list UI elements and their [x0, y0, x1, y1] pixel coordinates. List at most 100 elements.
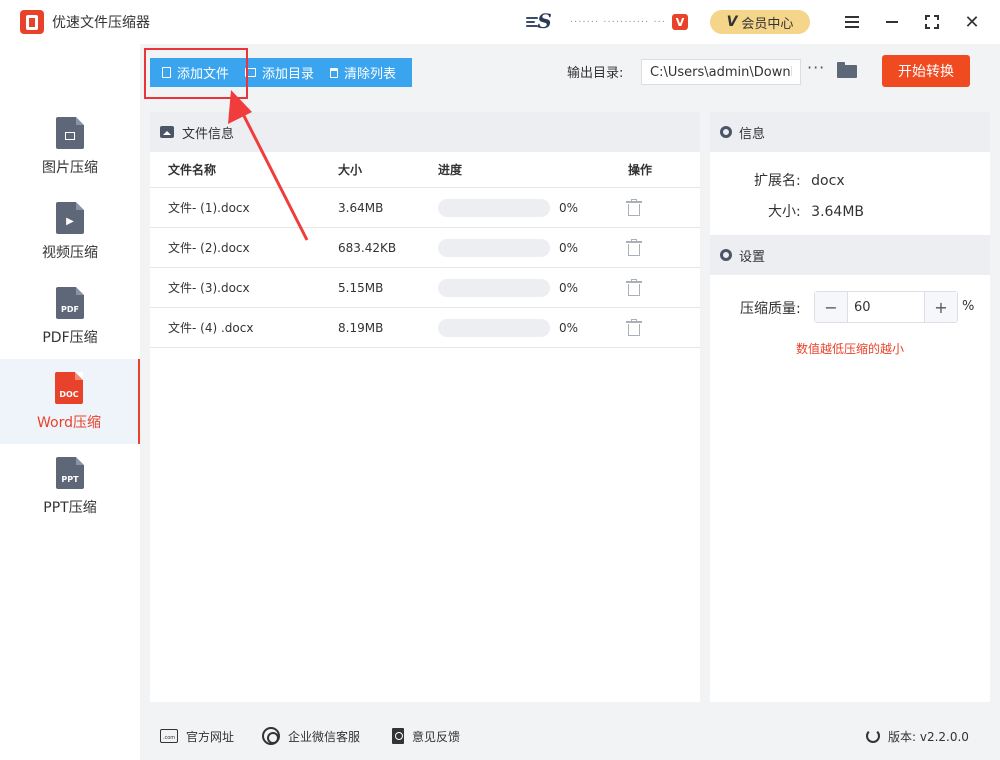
- file-action-buttons: 添加文件 添加目录 清除列表: [150, 58, 412, 87]
- wechat-support-link[interactable]: 企业微信客服: [262, 712, 360, 760]
- table-row[interactable]: 文件- (1).docx 3.64MB 0%: [150, 188, 700, 228]
- progress-percent: 0%: [559, 280, 579, 295]
- progress-percent: 0%: [559, 320, 579, 335]
- feedback-icon: [392, 728, 404, 744]
- decrease-button[interactable]: −: [815, 292, 847, 322]
- user-name[interactable]: ······· ··········· ···: [570, 17, 666, 28]
- progress-bar: [438, 268, 550, 307]
- video-file-icon: ▶: [56, 201, 84, 234]
- output-directory-input[interactable]: [641, 59, 801, 85]
- sidebar-item-image[interactable]: 图片压缩: [0, 104, 140, 189]
- delete-button[interactable]: [626, 228, 642, 267]
- size-row: 大小: 3.64MB: [768, 201, 864, 221]
- progress-percent: 0%: [559, 200, 579, 215]
- table-row[interactable]: 文件- (2).docx 683.42KB 0%: [150, 228, 700, 268]
- member-center-button[interactable]: V 会员中心: [710, 10, 810, 34]
- percent-sign: %: [962, 299, 975, 314]
- add-directory-label: 添加目录: [262, 67, 315, 82]
- file-name: 文件- (3).docx: [168, 281, 250, 295]
- sidebar-item-label: PPT压缩: [43, 499, 97, 516]
- size-value: 3.64MB: [811, 204, 865, 220]
- add-directory-button[interactable]: 添加目录: [237, 58, 322, 87]
- file-info-header: 文件信息: [150, 112, 700, 152]
- info-header: 信息: [710, 112, 990, 152]
- sidebar-item-video[interactable]: ▶ 视频压缩: [0, 189, 140, 274]
- clear-list-button[interactable]: 清除列表: [322, 58, 404, 87]
- minimize-icon: [886, 21, 898, 23]
- browse-folder-icon[interactable]: [837, 62, 857, 78]
- speed-logo-icon: S: [525, 11, 552, 31]
- delete-button[interactable]: [626, 188, 642, 227]
- trash-icon: [330, 67, 339, 78]
- info-panel: 信息 扩展名: docx 大小: 3.64MB 设置 压缩质量: − 60 + …: [710, 112, 990, 702]
- chat-icon: [262, 727, 280, 745]
- file-size: 683.42KB: [338, 240, 397, 255]
- size-label: 大小:: [768, 204, 801, 220]
- start-convert-button[interactable]: 开始转换: [882, 55, 970, 87]
- folder-icon: [245, 68, 257, 77]
- vip-crown-icon: V: [726, 14, 738, 30]
- column-progress: 进度: [438, 163, 463, 177]
- progress-bar: [438, 188, 550, 227]
- wechat-support-label: 企业微信客服: [288, 729, 361, 744]
- column-name: 文件名称: [168, 163, 217, 177]
- sidebar-item-word[interactable]: DOC Word压缩: [0, 359, 140, 444]
- clear-list-label: 清除列表: [344, 67, 397, 82]
- file-name: 文件- (4) .docx: [168, 321, 254, 335]
- file-table-header: 文件名称 大小 进度 操作: [150, 152, 700, 188]
- ppt-file-icon: PPT: [56, 456, 84, 489]
- add-file-label: 添加文件: [177, 67, 230, 82]
- column-size: 大小: [338, 163, 363, 177]
- sidebar-item-ppt[interactable]: PPT PPT压缩: [0, 444, 140, 529]
- doc-file-icon: DOC: [55, 371, 83, 404]
- gear-icon: [720, 126, 732, 138]
- sidebar-item-pdf[interactable]: PDF PDF压缩: [0, 274, 140, 359]
- more-options-button[interactable]: ···: [807, 58, 825, 77]
- app-title: 优速文件压缩器: [52, 15, 150, 31]
- add-file-button[interactable]: 添加文件: [150, 58, 237, 87]
- increase-button[interactable]: +: [925, 292, 957, 322]
- trash-icon: [626, 198, 642, 216]
- sidebar-item-label: 视频压缩: [42, 244, 98, 261]
- extension-label: 扩展名:: [754, 173, 801, 189]
- close-icon: ✕: [964, 11, 980, 33]
- delete-button[interactable]: [626, 268, 642, 307]
- menu-button[interactable]: [832, 0, 872, 44]
- progress-percent: 0%: [559, 240, 579, 255]
- member-center-label: 会员中心: [741, 16, 794, 32]
- quality-label: 压缩质量:: [740, 301, 801, 317]
- settings-title: 设置: [739, 249, 766, 265]
- gear-icon: [720, 249, 732, 261]
- image-file-icon: [56, 116, 84, 149]
- maximize-button[interactable]: [912, 0, 952, 44]
- sidebar-item-label: Word压缩: [37, 414, 101, 431]
- minimize-button[interactable]: [872, 0, 912, 44]
- table-row[interactable]: 文件- (4) .docx 8.19MB 0%: [150, 308, 700, 348]
- trash-icon: [626, 278, 642, 296]
- feedback-link[interactable]: 意见反馈: [392, 712, 460, 760]
- website-link[interactable]: .com 官方网址: [160, 712, 234, 760]
- vip-badge-icon: V: [672, 14, 688, 30]
- sidebar-item-label: 图片压缩: [42, 159, 98, 176]
- close-button[interactable]: ✕: [952, 0, 992, 44]
- pdf-file-icon: PDF: [56, 286, 84, 319]
- extension-value: docx: [811, 173, 845, 189]
- refresh-icon: [866, 729, 880, 743]
- image-icon: [160, 126, 174, 138]
- quality-stepper: − 60 +: [814, 291, 958, 323]
- output-directory-label: 输出目录:: [567, 66, 624, 81]
- quality-input[interactable]: 60: [847, 292, 925, 322]
- info-title: 信息: [739, 126, 766, 142]
- file-size: 8.19MB: [338, 320, 384, 335]
- extension-row: 扩展名: docx: [754, 170, 845, 190]
- settings-header: 设置: [710, 235, 990, 275]
- table-row[interactable]: 文件- (3).docx 5.15MB 0%: [150, 268, 700, 308]
- version-info[interactable]: 版本: v2.2.0.0: [866, 712, 969, 760]
- file-info-title: 文件信息: [182, 126, 235, 142]
- website-icon: .com: [160, 729, 178, 743]
- trash-icon: [626, 318, 642, 336]
- sidebar-item-label: PDF压缩: [42, 329, 98, 346]
- file-size: 3.64MB: [338, 200, 384, 215]
- website-label: 官方网址: [186, 729, 235, 744]
- delete-button[interactable]: [626, 308, 642, 347]
